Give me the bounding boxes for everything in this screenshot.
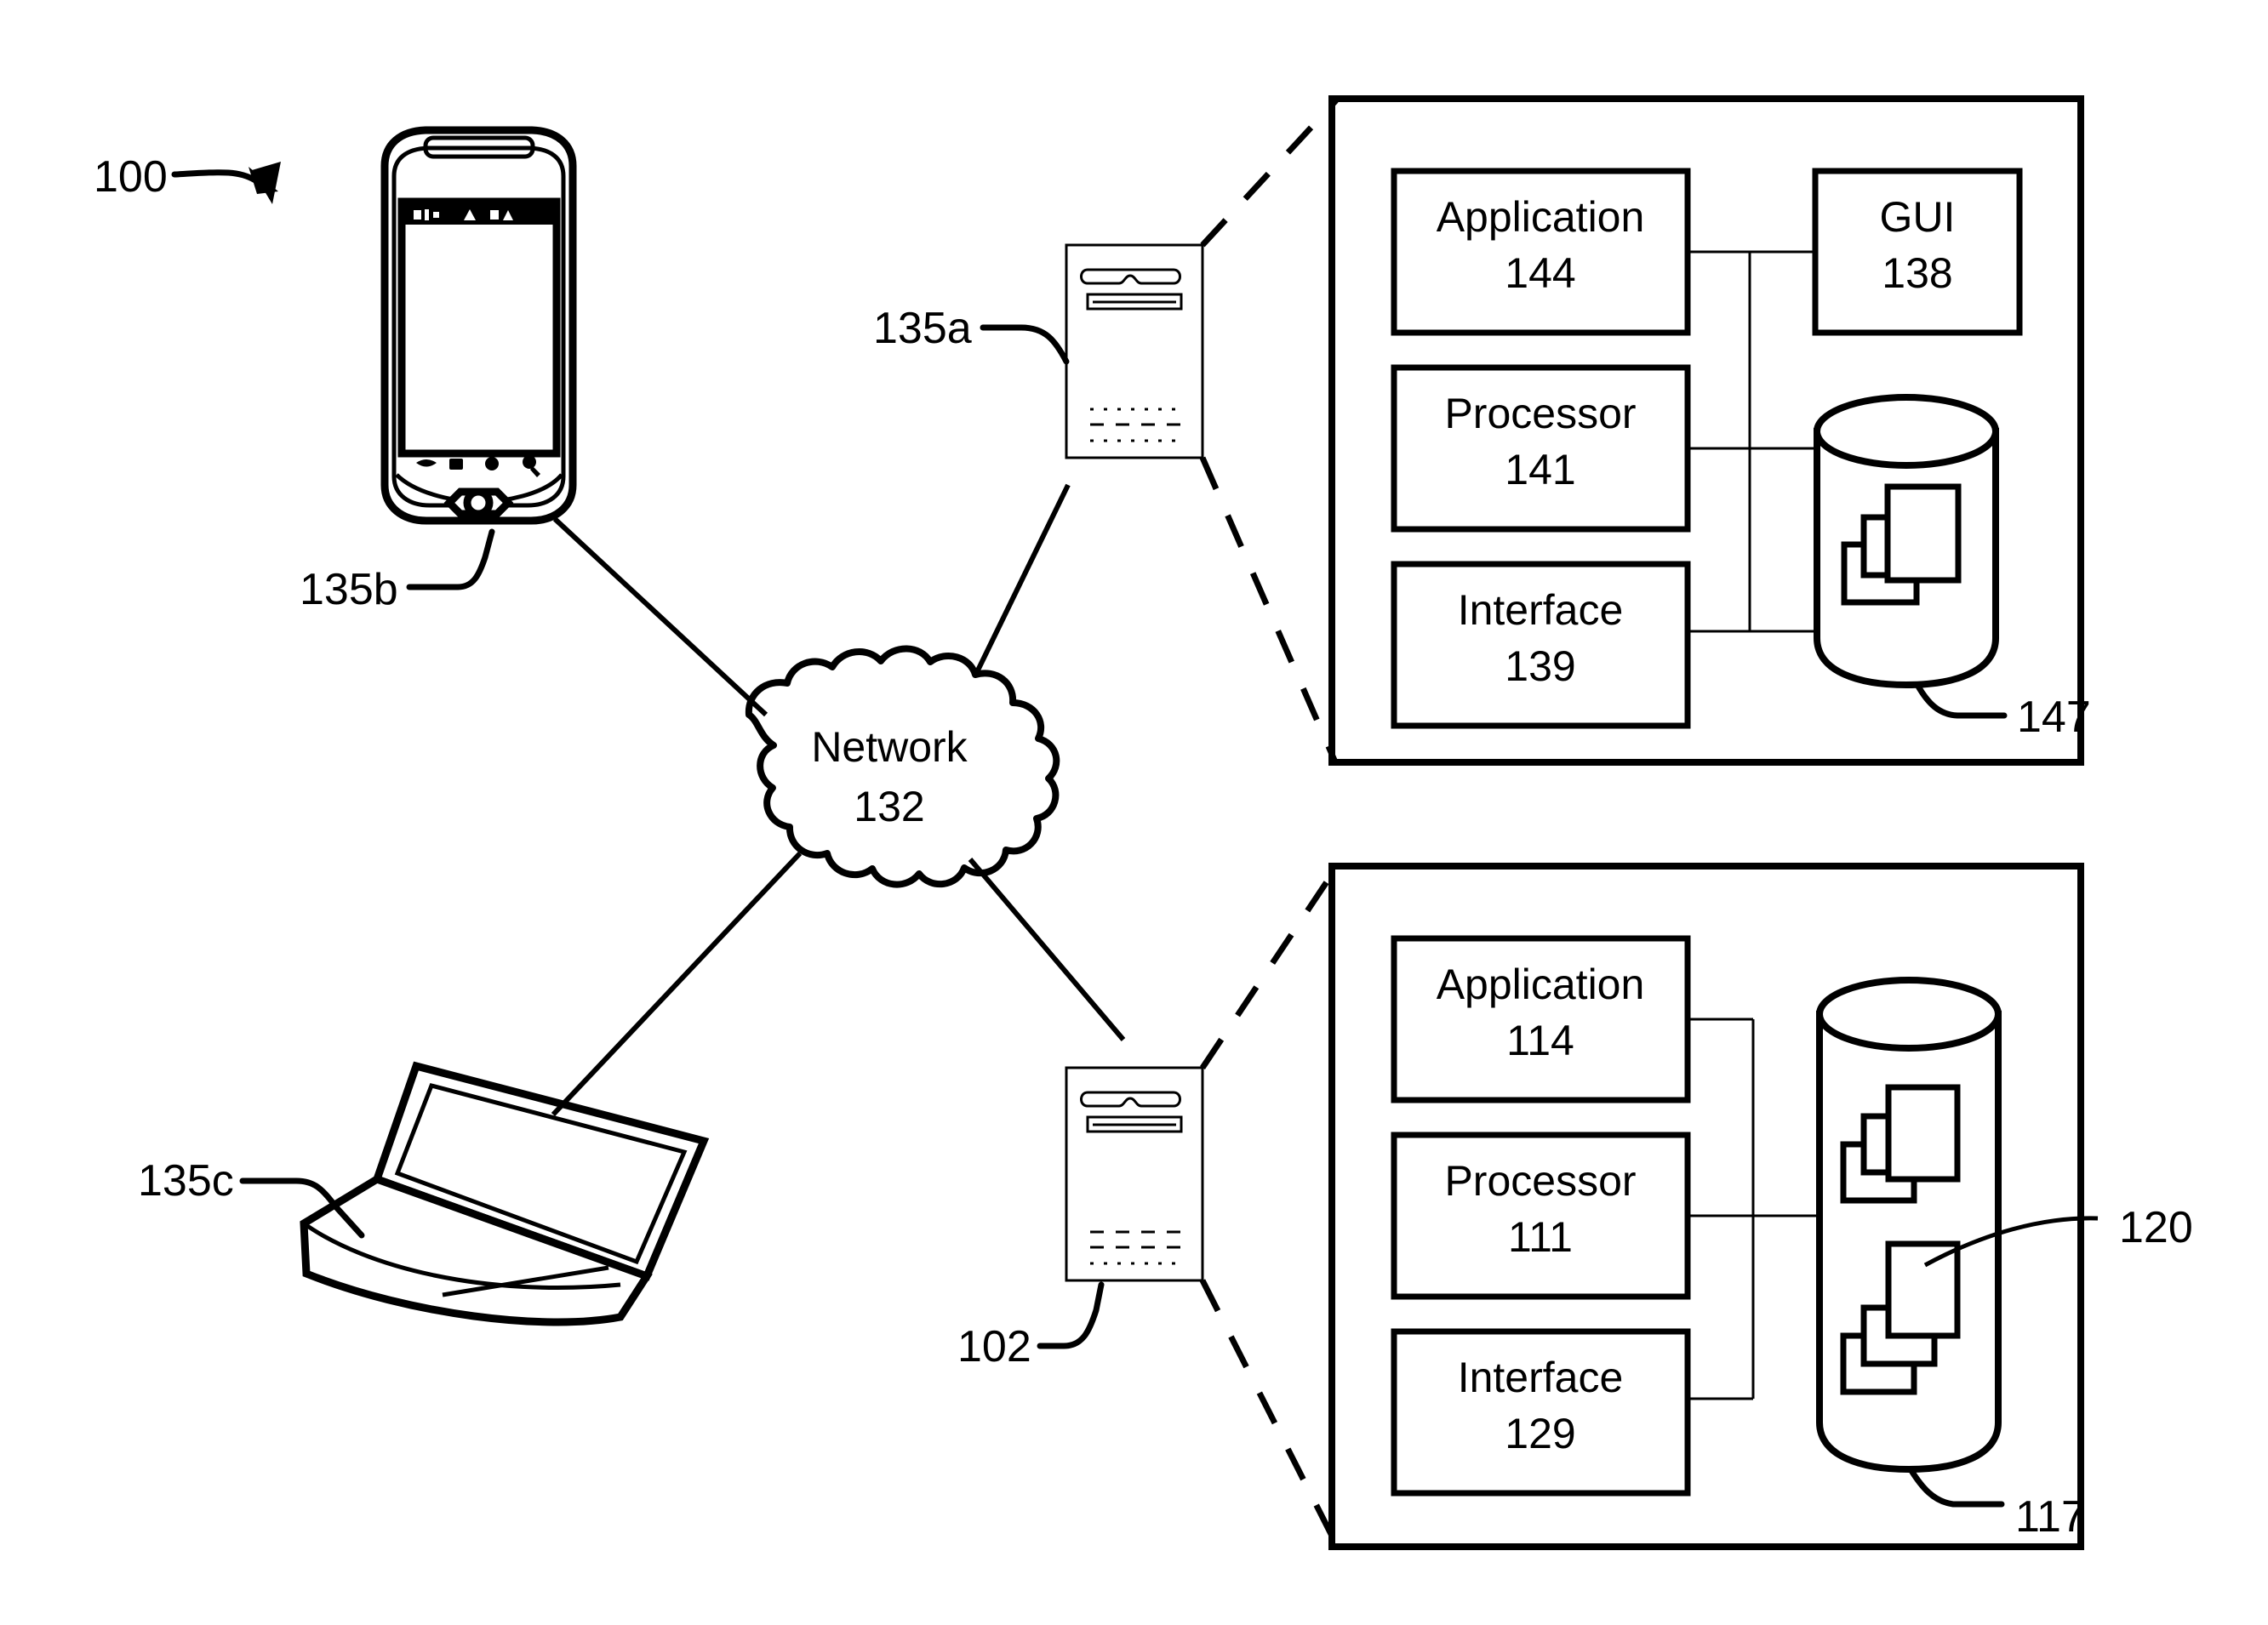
expansion-line-top-lower bbox=[1199, 456, 1340, 766]
box-processor-141-ref: 141 bbox=[1505, 446, 1575, 493]
panel-bottom-bus bbox=[1688, 1018, 1820, 1400]
datastore-147-icon bbox=[1814, 394, 1999, 689]
box-application-114-label: Application bbox=[1437, 961, 1645, 1008]
patent-figure: 100 135b 135c Network 132 135a Applicati… bbox=[0, 0, 2268, 1625]
network-cloud-icon: Network 132 bbox=[745, 645, 1060, 888]
server-tower-top-icon bbox=[1065, 243, 1204, 459]
box-gui-138-label: GUI bbox=[1880, 193, 1956, 241]
panel-bottom: Application 114 Processor 111 Interface … bbox=[1328, 863, 2086, 1550]
datastore-117-ref-label: 117 bbox=[2015, 1492, 2086, 1542]
server-bottom-ref-callout: 102 bbox=[957, 1281, 1105, 1371]
server-bottom-drive-bay bbox=[1080, 1091, 1181, 1108]
signal-icon bbox=[414, 210, 421, 220]
document-item-120-ref-label: 120 bbox=[2119, 1203, 2193, 1252]
box-interface-139-label: Interface bbox=[1458, 586, 1624, 634]
smartphone-ref-leader bbox=[406, 528, 495, 590]
box-interface-139-ref: 139 bbox=[1505, 642, 1575, 690]
box-application-144-ref: 144 bbox=[1505, 249, 1575, 297]
server-top-ref-callout: 135a bbox=[873, 304, 1070, 365]
phone-trackball bbox=[463, 488, 494, 518]
datastore-117-ref-callout: 117 bbox=[1907, 1466, 2086, 1542]
home-key-icon bbox=[485, 457, 499, 470]
phone-screen bbox=[397, 197, 561, 458]
smartphone-icon bbox=[380, 126, 577, 525]
figure-ref-callout: 100 bbox=[94, 152, 281, 204]
server-bottom-ref-label: 102 bbox=[957, 1322, 1031, 1371]
server-top-ref-leader bbox=[980, 324, 1070, 365]
document-1 bbox=[1884, 483, 1962, 584]
network-label: Network bbox=[811, 723, 968, 771]
panel-top-bus bbox=[1688, 250, 1817, 633]
box-processor-141-label: Processor bbox=[1444, 390, 1636, 437]
expansion-lines-bottom bbox=[1199, 866, 1340, 1546]
box-processor-111-ref: 111 bbox=[1508, 1213, 1573, 1261]
network-ref-label: 132 bbox=[854, 783, 924, 830]
smartphone-ref-label: 135b bbox=[300, 565, 398, 614]
box-gui-138-ref: 138 bbox=[1882, 249, 1952, 297]
document-lower-1 bbox=[1885, 1240, 1961, 1339]
battery-icon bbox=[425, 209, 429, 220]
laptop-ref-label: 135c bbox=[138, 1156, 234, 1206]
datastore-147-ref-callout: 147 bbox=[1914, 681, 2091, 742]
server-tower-bottom-icon bbox=[1065, 1066, 1204, 1282]
box-application-144-label: Application bbox=[1437, 193, 1645, 241]
box-interface-129-ref: 129 bbox=[1505, 1410, 1575, 1457]
datastore-117-top-ellipse bbox=[1816, 977, 2002, 1052]
menu-key-icon bbox=[449, 459, 463, 470]
box-application-114-ref: 114 bbox=[1506, 1017, 1574, 1064]
expansion-line-bottom-upper bbox=[1200, 866, 1339, 1069]
server-top-drive-bay bbox=[1080, 268, 1181, 285]
search-key-icon bbox=[523, 455, 536, 469]
document-upper-1 bbox=[1885, 1084, 1961, 1183]
box-processor-111-label: Processor bbox=[1444, 1157, 1636, 1205]
laptop-icon bbox=[300, 1061, 710, 1326]
box-interface-129-label: Interface bbox=[1458, 1354, 1624, 1401]
link-network-laptop bbox=[551, 851, 803, 1117]
datastore-147-top-ellipse bbox=[1814, 394, 1999, 469]
link-network-server-bottom bbox=[968, 858, 1126, 1041]
figure-ref-leader bbox=[171, 169, 259, 184]
datastore-117-icon bbox=[1816, 977, 2002, 1474]
smartphone-ref-callout: 135b bbox=[300, 528, 495, 614]
server-top-ref-label: 135a bbox=[873, 304, 972, 353]
server-bottom-ref-leader bbox=[1037, 1281, 1105, 1349]
link-network-server-top bbox=[974, 483, 1071, 676]
datastore-117-ref-leader bbox=[1907, 1466, 2005, 1508]
link-smartphone-network bbox=[552, 516, 768, 717]
datastore-147-ref-leader bbox=[1914, 681, 2008, 719]
expansion-lines-top bbox=[1199, 98, 1340, 766]
panel-top: Application 144 GUI 138 Processor 141 In… bbox=[1328, 95, 2091, 766]
figure-ref-label: 100 bbox=[94, 152, 168, 202]
figure-canvas: 100 135b 135c Network 132 135a Applicati… bbox=[94, 95, 2193, 1550]
sync-icon bbox=[490, 210, 499, 220]
expansion-line-top-upper bbox=[1200, 98, 1339, 248]
datastore-147-ref-label: 147 bbox=[2017, 693, 2091, 742]
expansion-line-bottom-lower bbox=[1199, 1279, 1340, 1546]
data-icon bbox=[433, 212, 439, 218]
